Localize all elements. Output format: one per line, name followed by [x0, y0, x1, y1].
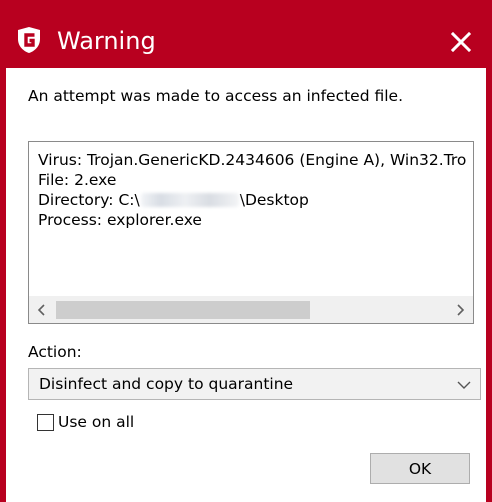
chevron-left-icon	[37, 304, 45, 316]
file-line: File: 2.exe	[38, 171, 117, 189]
infection-message: An attempt was made to access an infecte…	[28, 87, 404, 105]
directory-suffix: \Desktop	[239, 191, 309, 209]
chevron-right-icon	[457, 304, 465, 316]
scroll-right-button[interactable]	[447, 297, 473, 323]
close-x-icon	[451, 32, 471, 52]
action-dropdown[interactable]: Disinfect and copy to quarantine	[28, 368, 481, 400]
details-text: Virus: Trojan.GenericKD.2434606 (Engine …	[38, 150, 466, 230]
title-bar[interactable]: Warning	[0, 0, 492, 68]
directory-prefix: Directory: C:\	[38, 191, 140, 209]
close-button[interactable]	[444, 25, 478, 59]
horizontal-scrollbar[interactable]	[29, 296, 473, 323]
ok-button[interactable]: OK	[370, 453, 470, 484]
window-title: Warning	[57, 27, 156, 55]
action-selected-value: Disinfect and copy to quarantine	[39, 375, 294, 393]
virus-line: Virus: Trojan.GenericKD.2434606 (Engine …	[38, 151, 467, 169]
scroll-left-button[interactable]	[29, 297, 55, 323]
use-on-all-label[interactable]: Use on all	[58, 413, 134, 431]
warning-dialog: Warning An attempt was made to access an…	[0, 0, 492, 502]
details-textbox[interactable]: Virus: Trojan.GenericKD.2434606 (Engine …	[28, 141, 474, 324]
use-on-all-checkbox[interactable]	[37, 414, 54, 431]
process-line: Process: explorer.exe	[38, 211, 202, 229]
scrollbar-thumb[interactable]	[56, 301, 310, 319]
action-label: Action:	[28, 343, 82, 361]
redacted-username	[140, 193, 239, 207]
g-data-shield-logo	[18, 27, 40, 53]
chevron-down-icon	[457, 381, 471, 389]
directory-line: Directory: C:\ \Desktop	[38, 190, 466, 210]
